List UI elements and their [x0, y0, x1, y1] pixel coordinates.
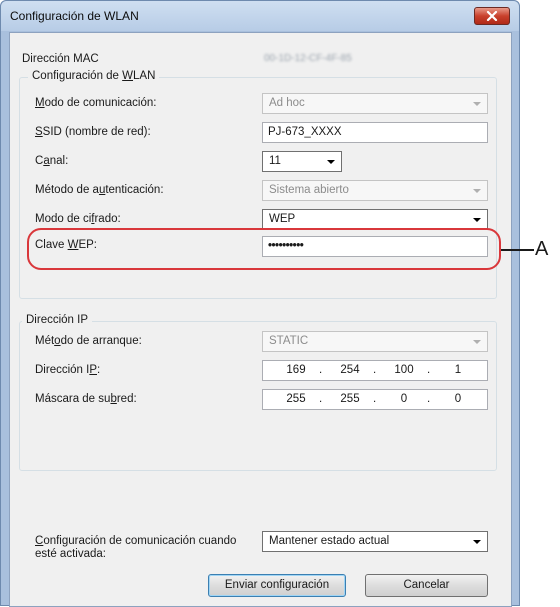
- mode-select[interactable]: Ad hoc: [262, 93, 488, 114]
- comm-setting-label: Configuración de comunicación cuando esté…: [35, 535, 237, 560]
- subnet-mask-label: Máscara de subred:: [35, 393, 137, 405]
- wlan-config-window: Configuración de WLAN Dirección MAC 00-1…: [0, 0, 520, 607]
- send-settings-button[interactable]: Enviar configuración: [208, 574, 346, 597]
- channel-select[interactable]: 11: [262, 151, 342, 172]
- dialog-body: Dirección MAC 00-1D-12-CF-4F-85 Configur…: [9, 32, 512, 607]
- boot-method-label: Método de arranque:: [35, 335, 142, 347]
- wep-key-highlight: [27, 228, 501, 270]
- mask-octet: 255: [340, 393, 360, 405]
- callout-line: [501, 249, 534, 251]
- ip-octet: 1: [454, 364, 462, 376]
- mask-octet: 0: [454, 393, 462, 405]
- ip-octet: 254: [340, 364, 360, 376]
- close-icon: [486, 11, 498, 21]
- chevron-down-icon: [473, 218, 481, 222]
- ip-octet: 100: [394, 364, 414, 376]
- auth-method-label: Método de autenticación:: [35, 184, 164, 196]
- chevron-down-icon: [473, 540, 481, 544]
- chevron-down-icon: [327, 160, 335, 164]
- chevron-down-icon: [473, 102, 481, 106]
- cipher-mode-label: Modo de cifrado:: [35, 213, 121, 225]
- cancel-button[interactable]: Cancelar: [365, 574, 488, 597]
- chevron-down-icon: [473, 189, 481, 193]
- close-button[interactable]: [474, 7, 510, 25]
- window-title: Configuración de WLAN: [10, 9, 139, 23]
- mode-label: Modo de comunicación:: [35, 97, 157, 109]
- chevron-down-icon: [473, 340, 481, 344]
- mac-label: Dirección MAC: [22, 53, 99, 65]
- ip-octet: 169: [286, 364, 306, 376]
- channel-label: Canal:: [35, 155, 69, 167]
- wlan-group-title: Configuración de WLAN: [28, 70, 160, 82]
- mac-value: 00-1D-12-CF-4F-85: [264, 53, 352, 64]
- auth-method-select[interactable]: Sistema abierto: [262, 180, 488, 201]
- ip-address-label: Dirección IP:: [35, 364, 101, 376]
- cipher-mode-select[interactable]: WEP: [262, 209, 488, 230]
- ssid-input[interactable]: PJ-673_XXXX: [262, 122, 488, 143]
- comm-setting-select[interactable]: Mantener estado actual: [262, 531, 488, 552]
- title-bar[interactable]: Configuración de WLAN: [1, 1, 519, 31]
- ssid-label: SSID (nombre de red):: [35, 126, 151, 138]
- subnet-mask-input[interactable]: 255 . 255 . 0 . 0: [262, 389, 488, 410]
- boot-method-select[interactable]: STATIC: [262, 331, 488, 352]
- mask-octet: 0: [400, 393, 408, 405]
- mask-octet: 255: [286, 393, 306, 405]
- ip-group-title: Dirección IP: [22, 314, 92, 326]
- callout-label: A: [535, 238, 549, 260]
- ip-address-input[interactable]: 169 . 254 . 100 . 1: [262, 360, 488, 381]
